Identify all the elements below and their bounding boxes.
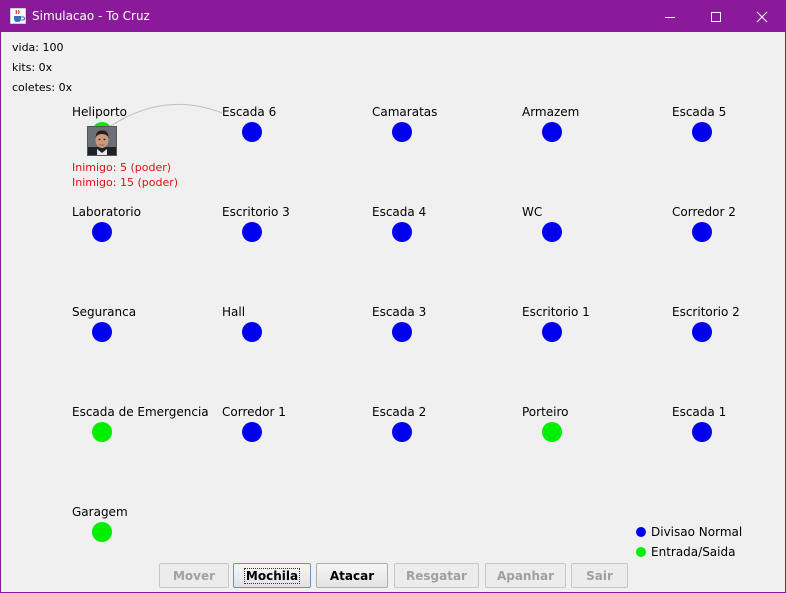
legend-normal-label: Divisao Normal (651, 525, 743, 539)
vests-stat: coletes: 0x (12, 81, 73, 94)
room-label-corredor-1: Corredor 1 (222, 405, 286, 419)
close-button[interactable] (739, 1, 785, 32)
java-cup-icon (10, 8, 26, 24)
room-node-escritorio-1[interactable] (542, 322, 562, 342)
room-node-escada-1[interactable] (692, 422, 712, 442)
close-icon (756, 11, 768, 22)
player-avatar[interactable] (87, 126, 117, 156)
room-node-escada-2[interactable] (392, 422, 412, 442)
maximize-icon (711, 11, 721, 22)
attack-button[interactable]: Atacar (316, 563, 388, 588)
room-label-porteiro: Porteiro (522, 405, 569, 419)
room-node-wc[interactable] (542, 222, 562, 242)
room-label-corredor-2: Corredor 2 (672, 205, 736, 219)
kits-stat: kits: 0x (12, 61, 53, 74)
room-label-escritorio-1: Escritorio 1 (522, 305, 590, 319)
room-label-escada-6: Escada 6 (222, 105, 277, 119)
room-label-garagem: Garagem (72, 505, 128, 519)
room-label-hall: Hall (222, 305, 246, 319)
move-button[interactable]: Mover (159, 563, 229, 588)
maximize-button[interactable] (693, 1, 739, 32)
room-node-escada-6[interactable] (242, 122, 262, 142)
room-label-escritorio-3: Escritorio 3 (222, 205, 290, 219)
room-label-seguranca: Seguranca (72, 305, 137, 319)
room-node-armazem[interactable] (542, 122, 562, 142)
rescue-button[interactable]: Resgatar (394, 563, 479, 588)
room-node-laboratorio[interactable] (92, 222, 112, 242)
room-node-escada-5[interactable] (692, 122, 712, 142)
room-node-corredor-1[interactable] (242, 422, 262, 442)
pickup-button[interactable]: Apanhar (485, 563, 566, 588)
room-node-escritorio-2[interactable] (692, 322, 712, 342)
room-label-camaratas: Camaratas (372, 105, 438, 119)
legend-exit-label: Entrada/Saida (651, 545, 736, 559)
window-title: Simulacao - To Cruz (32, 9, 150, 23)
enemy-label: Inimigo: 15 (poder) (72, 176, 179, 189)
enemy-label: Inimigo: 5 (poder) (72, 161, 172, 174)
app-window: Simulacao - To Cruz vida: 100 kits: 0x c… (0, 0, 786, 593)
legend-normal-dot (636, 527, 646, 537)
room-node-garagem[interactable] (92, 522, 112, 542)
room-label-armazem: Armazem (522, 105, 580, 119)
room-label-escada-4: Escada 4 (372, 205, 427, 219)
room-label-heliporto: Heliporto (72, 105, 128, 119)
room-node-camaratas[interactable] (392, 122, 412, 142)
room-node-porteiro[interactable] (542, 422, 562, 442)
legend-exit-dot (636, 547, 646, 557)
room-node-escada-4[interactable] (392, 222, 412, 242)
room-label-escada-2: Escada 2 (372, 405, 427, 419)
minimize-button[interactable] (647, 1, 693, 32)
room-label-escada-3: Escada 3 (372, 305, 427, 319)
backpack-button[interactable]: Mochila (233, 563, 311, 588)
room-label-escada-5: Escada 5 (672, 105, 727, 119)
room-node-corredor-2[interactable] (692, 222, 712, 242)
minimize-icon (665, 16, 675, 18)
player-portrait-icon (88, 127, 116, 155)
room-node-hall[interactable] (242, 322, 262, 342)
room-node-escada-de-emergencia[interactable] (92, 422, 112, 442)
health-stat: vida: 100 (12, 41, 64, 54)
room-label-laboratorio: Laboratorio (72, 205, 141, 219)
room-node-escada-3[interactable] (392, 322, 412, 342)
room-label-escritorio-2: Escritorio 2 (672, 305, 740, 319)
title-bar[interactable]: Simulacao - To Cruz (1, 1, 785, 32)
exit-button[interactable]: Sair (571, 563, 628, 588)
backpack-button-label: Mochila (243, 567, 301, 584)
room-label-escada-1: Escada 1 (672, 405, 727, 419)
room-label-wc: WC (522, 205, 543, 219)
room-node-seguranca[interactable] (92, 322, 112, 342)
room-node-escritorio-3[interactable] (242, 222, 262, 242)
room-label-escada-de-emergencia: Escada de Emergencia (72, 405, 209, 419)
